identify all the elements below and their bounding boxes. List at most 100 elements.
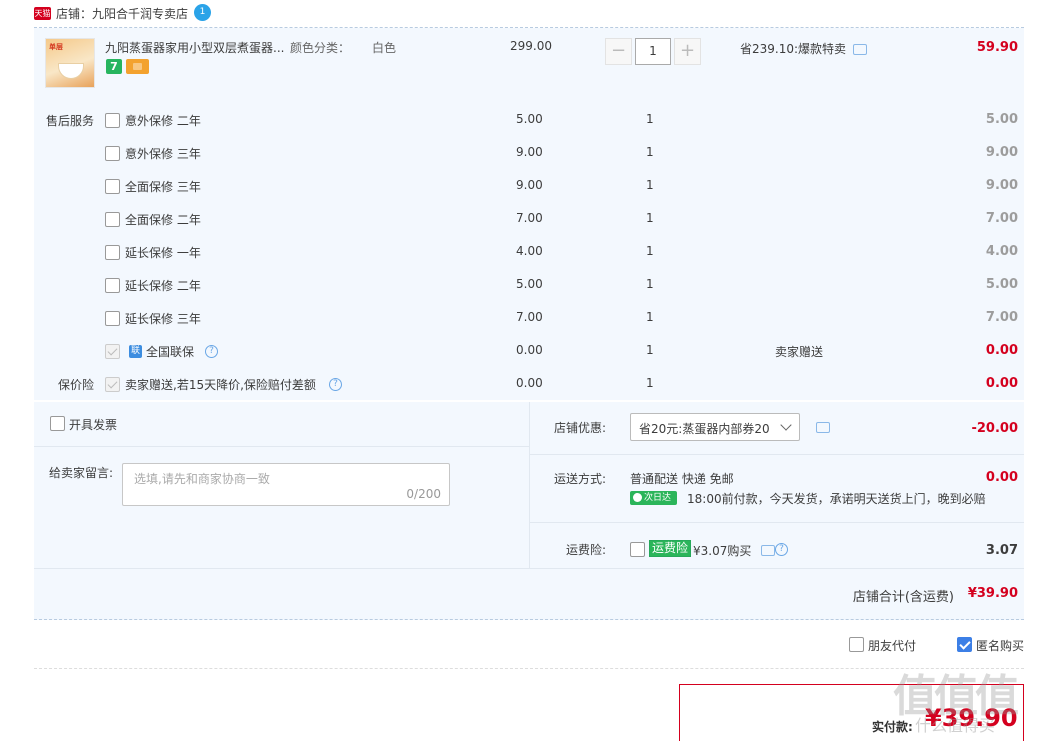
service-price: 7.00 <box>516 211 543 225</box>
service-total: 0.00 <box>985 376 1018 391</box>
shipping-insurance-price: ¥3.07购买 <box>693 544 752 558</box>
order-options-panel: 开具发票 给卖家留言: 选填,请先和商家协商一致 0/200 店铺优惠: 省20… <box>34 402 1024 620</box>
service-checkbox-locked <box>105 344 120 359</box>
service-qty: 1 <box>646 145 654 159</box>
delivery-promise-text: 18:00前付款，今天发货，承诺明天送货上门，晚到必赔 <box>687 492 986 506</box>
service-qty: 1 <box>646 112 654 126</box>
service-name: 延长保修 一年 <box>125 246 201 260</box>
order-item-panel: 单层 九阳蒸蛋器家用小型双层煮蛋器... 颜色分类： 白色 7 299.00 −… <box>34 28 1024 400</box>
service-qty: 1 <box>646 178 654 192</box>
service-total: 5.00 <box>985 112 1018 127</box>
promotion-text: 省239.10:爆款特卖 <box>740 42 847 56</box>
service-qty: 1 <box>646 343 654 357</box>
quantity-increase-button[interactable]: + <box>674 38 701 65</box>
store-total-amount: ¥39.90 <box>967 586 1018 601</box>
anonymous-purchase-checkbox[interactable] <box>957 637 972 652</box>
store-coupon-label: 店铺优惠: <box>554 421 607 435</box>
service-name: 意外保修 三年 <box>125 147 201 161</box>
friend-pay-label[interactable]: 朋友代付 <box>868 637 916 654</box>
service-price: 0.00 <box>516 343 543 357</box>
divider <box>34 668 1024 669</box>
service-total: 7.00 <box>985 310 1018 325</box>
service-total: 9.00 <box>985 178 1018 193</box>
service-name: 全面保修 三年 <box>125 180 201 194</box>
service-total: 9.00 <box>985 145 1018 160</box>
service-total: 4.00 <box>985 244 1018 259</box>
service-price: 5.00 <box>516 112 543 126</box>
service-total: 7.00 <box>985 211 1018 226</box>
quantity-decrease-button[interactable]: − <box>605 38 632 65</box>
help-question-icon[interactable]: ? <box>329 378 342 391</box>
after-sales-label: 售后服务 <box>46 114 95 128</box>
wangwang-chat-icon[interactable]: 1 <box>194 4 211 21</box>
quantity-input[interactable]: 1 <box>635 38 671 65</box>
coupon-chat-icon[interactable] <box>816 422 830 433</box>
service-qty: 1 <box>646 211 654 225</box>
shipping-insurance-label: 运费险: <box>566 543 607 557</box>
store-total-label: 店铺合计(含运费) <box>852 590 954 605</box>
item-subtotal: 59.90 <box>976 40 1018 55</box>
service-checkbox[interactable] <box>105 245 120 260</box>
service-qty: 1 <box>646 244 654 258</box>
service-name: 延长保修 二年 <box>125 279 201 293</box>
service-qty: 1 <box>646 376 654 390</box>
service-checkbox[interactable] <box>105 179 120 194</box>
shop-name-link[interactable]: 店铺：九阳合千润专卖店 <box>56 5 188 22</box>
service-name: 全面保修 二年 <box>125 213 201 227</box>
service-name: 意外保修 二年 <box>125 114 201 128</box>
service-checkbox[interactable] <box>105 311 120 326</box>
service-checkbox[interactable] <box>105 278 120 293</box>
store-coupon-select[interactable]: 省20元:蒸蛋器内部券20 <box>630 413 800 441</box>
anonymous-purchase-label[interactable]: 匿名购买 <box>976 637 1024 654</box>
service-checkbox[interactable] <box>105 212 120 227</box>
service-qty: 1 <box>646 277 654 291</box>
price-protection-label: 保价险 <box>58 378 95 392</box>
invoice-label[interactable]: 开具发票 <box>69 416 117 433</box>
national-warranty-icon: 联 <box>129 345 142 358</box>
shipping-insurance-checkbox[interactable] <box>630 542 645 557</box>
message-placeholder: 选填,请先和商家协商一致 <box>134 472 270 486</box>
help-question-icon[interactable]: ? <box>205 345 218 358</box>
shipping-fee: 0.00 <box>985 470 1018 485</box>
help-question-icon[interactable]: ? <box>775 543 788 556</box>
service-checkbox[interactable] <box>105 146 120 161</box>
divider <box>34 446 529 447</box>
service-name: 卖家赠送,若15天降价,保险赔付差额 <box>125 378 316 392</box>
unit-price: 299.00 <box>510 39 552 53</box>
divider <box>34 568 1024 569</box>
message-char-count: 0/200 <box>406 487 441 501</box>
product-attr-value: 白色 <box>372 41 397 55</box>
shipping-insurance-amount: 3.07 <box>985 543 1018 558</box>
divider <box>529 402 530 568</box>
shipping-insurance-tag: 运费险 <box>649 540 692 557</box>
promotion-chat-icon[interactable] <box>853 44 867 55</box>
service-total: 5.00 <box>985 277 1018 292</box>
insurance-chat-icon[interactable] <box>761 545 775 556</box>
service-total: 0.00 <box>985 343 1018 358</box>
service-checkbox[interactable] <box>105 113 120 128</box>
coupon-discount-amount: -20.00 <box>971 421 1018 436</box>
service-checkbox-locked <box>105 377 120 392</box>
friend-pay-checkbox[interactable] <box>849 637 864 652</box>
divider <box>530 454 1024 455</box>
service-qty: 1 <box>646 310 654 324</box>
egg-cooker-image-icon <box>58 63 84 79</box>
divider <box>530 522 1024 523</box>
product-attr-label: 颜色分类： <box>290 41 351 55</box>
credit-card-icon <box>126 59 149 74</box>
seller-message-input[interactable]: 选填,请先和商家协商一致 0/200 <box>122 463 450 506</box>
service-price: 0.00 <box>516 376 543 390</box>
product-title-link[interactable]: 九阳蒸蛋器家用小型双层煮蛋器... <box>105 39 284 56</box>
product-thumbnail[interactable]: 单层 <box>45 38 95 88</box>
service-price: 7.00 <box>516 310 543 324</box>
service-price: 9.00 <box>516 178 543 192</box>
invoice-checkbox[interactable] <box>50 416 65 431</box>
service-price: 9.00 <box>516 145 543 159</box>
seven-day-return-icon: 7 <box>106 59 122 74</box>
service-name: 延长保修 三年 <box>125 312 201 326</box>
seller-message-label: 给卖家留言: <box>49 466 114 480</box>
service-name: 全国联保 <box>146 345 195 359</box>
chevron-down-icon <box>780 419 792 431</box>
shipping-method-value: 普通配送 快递 免邮 <box>630 472 734 486</box>
thumbnail-tag: 单层 <box>49 43 63 51</box>
